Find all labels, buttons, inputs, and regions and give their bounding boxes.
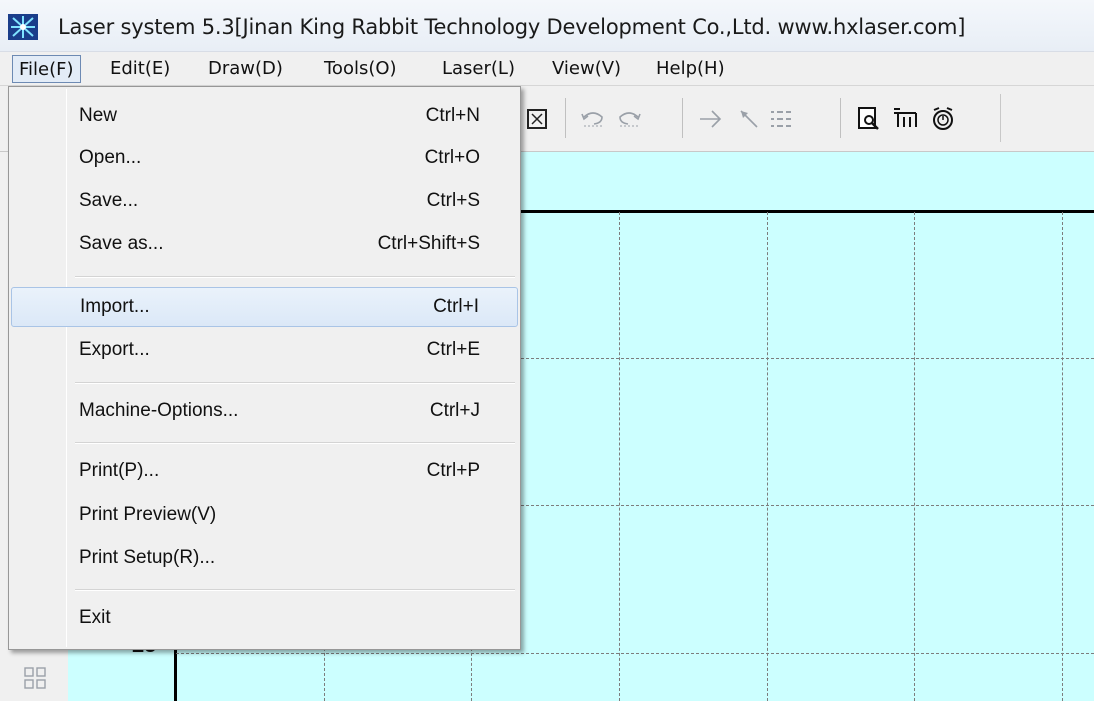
grid-view-icon[interactable] (22, 665, 48, 691)
menu-item-shortcut: Ctrl+N (425, 105, 480, 126)
menu-item-export[interactable]: Export... Ctrl+E (11, 331, 518, 371)
menu-item-shortcut: Ctrl+S (426, 190, 480, 211)
menu-item-label: Save as... (79, 233, 164, 254)
redo-icon[interactable] (614, 104, 644, 134)
toolbar-separator (840, 98, 841, 138)
menu-view[interactable]: View(V) (546, 55, 627, 83)
cursor-icon[interactable] (734, 104, 764, 134)
grid-line (914, 212, 915, 701)
menu-item-label: Open... (79, 147, 142, 168)
menu-item-machine-options[interactable]: Machine-Options... Ctrl+J (11, 392, 518, 432)
arrow-right-icon[interactable] (696, 104, 726, 134)
menu-item-new[interactable]: New Ctrl+N (11, 97, 518, 137)
menu-help[interactable]: Help(H) (650, 55, 731, 83)
menu-item-label: New (79, 105, 118, 126)
menu-file[interactable]: File(F) (12, 55, 81, 83)
menu-bar: File(F) Edit(E) Draw(D) Tools(O) Laser(L… (0, 52, 1094, 86)
window-title: Laser system 5.3[Jinan King Rabbit Techn… (58, 15, 966, 39)
menu-item-save-as[interactable]: Save as... Ctrl+Shift+S (11, 225, 518, 265)
menu-item-label: Save... (79, 190, 139, 211)
menu-item-print-preview[interactable]: Print Preview(V) (11, 496, 518, 536)
menu-draw[interactable]: Draw(D) (202, 55, 289, 83)
menu-tools[interactable]: Tools(O) (318, 55, 403, 83)
menu-item-shortcut: Ctrl+O (424, 147, 480, 168)
menu-item-label: Import... (80, 296, 150, 317)
menu-item-shortcut: Ctrl+E (426, 339, 480, 360)
menu-item-print[interactable]: Print(P)... Ctrl+P (11, 452, 518, 492)
title-bar: Laser system 5.3[Jinan King Rabbit Techn… (0, 0, 1094, 52)
menu-item-shortcut: Ctrl+J (429, 400, 480, 421)
menu-edit[interactable]: Edit(E) (104, 55, 176, 83)
grid-line (767, 212, 768, 701)
menu-item-label: Print Preview(V) (79, 504, 217, 525)
grid-dots-icon[interactable] (766, 104, 796, 134)
menu-item-label: Print Setup(R)... (79, 547, 216, 568)
menu-item-shortcut: Ctrl+I (433, 296, 479, 317)
menu-item-save[interactable]: Save... Ctrl+S (11, 182, 518, 222)
menu-item-label: Machine-Options... (79, 400, 239, 421)
menu-separator (75, 382, 515, 384)
ruler-icon[interactable] (890, 104, 920, 134)
grid-line (176, 653, 1094, 654)
toolbar-separator (565, 98, 566, 138)
menu-item-exit[interactable]: Exit (11, 599, 518, 639)
menu-item-label: Print(P)... (79, 460, 160, 481)
menu-separator (75, 589, 515, 591)
menu-separator (75, 442, 515, 444)
menu-item-shortcut: Ctrl+P (426, 460, 480, 481)
grid-line (619, 212, 620, 701)
toolbar-separator (682, 98, 683, 138)
preview-icon[interactable] (854, 104, 884, 134)
menu-laser[interactable]: Laser(L) (436, 55, 521, 83)
menu-item-open[interactable]: Open... Ctrl+O (11, 139, 518, 179)
menu-item-import[interactable]: Import... Ctrl+I (11, 287, 518, 327)
toolbar-separator (1000, 94, 1001, 142)
zoom-fit-icon[interactable] (522, 104, 552, 134)
menu-item-print-setup[interactable]: Print Setup(R)... (11, 539, 518, 579)
menu-item-label: Exit (79, 607, 111, 628)
file-menu-dropdown: New Ctrl+N Open... Ctrl+O Save... Ctrl+S… (8, 86, 521, 650)
menu-item-label: Export... (79, 339, 150, 360)
timer-icon[interactable] (928, 104, 958, 134)
menu-item-shortcut: Ctrl+Shift+S (377, 233, 480, 254)
menu-separator (75, 276, 515, 278)
app-window: Laser system 5.3[Jinan King Rabbit Techn… (0, 0, 1094, 701)
undo-icon[interactable] (578, 104, 608, 134)
grid-line (1062, 212, 1063, 701)
star-burst-icon[interactable] (8, 14, 38, 40)
